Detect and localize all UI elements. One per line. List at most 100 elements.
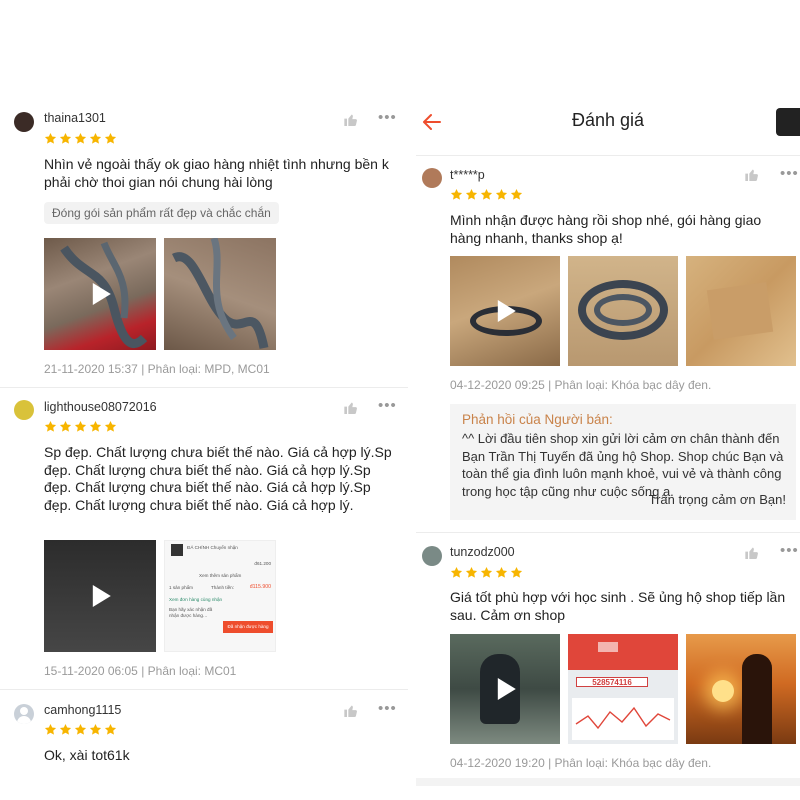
screenshot-line: Bạn hãy xác nhận đã nhận được hàng…: [169, 607, 213, 618]
divider: [0, 387, 408, 388]
star-icon: [59, 420, 72, 433]
page-title: Đánh giá: [571, 110, 645, 130]
play-icon[interactable]: [92, 585, 111, 607]
seller-reply-sign: Trân trọng cảm ơn Bạn!: [648, 492, 786, 507]
star-icon: [89, 723, 102, 736]
thumbs-up-icon[interactable]: [343, 703, 359, 719]
thumbs-up-icon[interactable]: [343, 400, 359, 416]
photo-thumbnail[interactable]: [568, 256, 678, 366]
more-dots-icon[interactable]: •••: [780, 543, 799, 558]
more-dots-icon[interactable]: •••: [378, 701, 397, 716]
review-text: Nhìn vẻ ngoài thấy ok giao hàng nhiệt tì…: [44, 156, 389, 190]
cart-icon[interactable]: [776, 108, 800, 136]
star-icon: [480, 566, 493, 579]
star-icon: [495, 188, 508, 201]
review-text: Ok, xài tot61k: [44, 747, 130, 763]
star-icon: [44, 420, 57, 433]
screenshot-line: 1 sản phẩm: [169, 585, 194, 590]
star-rating: [450, 566, 523, 579]
divider: [0, 689, 408, 690]
screenshot-thumbnail[interactable]: 528574116: [568, 634, 678, 744]
video-thumbnail[interactable]: [450, 256, 560, 366]
star-icon: [74, 132, 87, 145]
screenshot-line: ĐÁ CHÍNH Chuyển nhận: [187, 545, 238, 550]
video-thumbnail[interactable]: [44, 540, 156, 652]
review-meta: 04-12-2020 19:20 | Phân loại: Khóa bạc d…: [450, 756, 712, 770]
screenshot-line: đ61.200: [254, 561, 271, 566]
play-icon[interactable]: [497, 678, 516, 700]
star-icon: [450, 566, 463, 579]
more-dots-icon[interactable]: •••: [780, 166, 799, 181]
screenshot-line: Xem thêm sản phẩm: [199, 573, 242, 578]
avatar[interactable]: [422, 168, 442, 188]
video-thumbnail[interactable]: [450, 634, 560, 744]
star-icon: [89, 132, 102, 145]
thumbs-up-icon[interactable]: [343, 112, 359, 128]
left-review-panel: thaina1301 ••• Nhìn vẻ ngoài thấy ok gia…: [0, 0, 408, 800]
screenshot-line: Đã nhận được hàng: [223, 621, 273, 633]
photo-thumbnail[interactable]: [686, 256, 796, 366]
review-username[interactable]: tunzodz000: [450, 545, 515, 559]
thumbs-up-icon[interactable]: [744, 167, 760, 183]
avatar[interactable]: [14, 400, 34, 420]
right-review-panel: Đánh giá t*****p ••• Mình nhận được hàng…: [416, 0, 800, 800]
review-meta: 21-11-2020 15:37 | Phân loại: MPD, MC01: [44, 362, 270, 376]
sun-illustration: [712, 680, 734, 702]
review-tag: Đóng gói sản phẩm rất đẹp và chắc chắn: [44, 202, 279, 224]
section-separator: [416, 778, 800, 786]
more-dots-icon[interactable]: •••: [378, 398, 397, 413]
star-icon: [104, 723, 117, 736]
avatar[interactable]: [422, 546, 442, 566]
divider: [416, 532, 800, 533]
review-username[interactable]: t*****p: [450, 168, 485, 182]
star-icon: [59, 723, 72, 736]
thumbs-up-icon[interactable]: [744, 545, 760, 561]
star-icon: [74, 723, 87, 736]
star-icon: [510, 566, 523, 579]
panel-gutter: [408, 0, 416, 800]
video-thumbnail[interactable]: [44, 238, 156, 350]
star-icon: [465, 188, 478, 201]
review-username[interactable]: camhong1115: [44, 703, 121, 717]
screen-chart: [572, 698, 674, 740]
screen-header: [568, 634, 678, 670]
person-silhouette: [742, 654, 772, 744]
review-meta: 15-11-2020 06:05 | Phân loại: MC01: [44, 664, 237, 678]
avatar[interactable]: [14, 704, 34, 724]
star-icon: [450, 188, 463, 201]
star-icon: [59, 132, 72, 145]
page-header: Đánh giá: [416, 96, 800, 148]
star-icon: [510, 188, 523, 201]
review-meta: 04-12-2020 09:25 | Phân loại: Khóa bạc d…: [450, 378, 712, 392]
star-icon: [480, 188, 493, 201]
seller-reply-title: Phản hồi của Người bán:: [462, 412, 613, 427]
more-dots-icon[interactable]: •••: [378, 110, 397, 125]
play-icon[interactable]: [92, 283, 111, 305]
seller-reply: Phản hồi của Người bán: ^^ Lời đầu tiên …: [450, 404, 796, 520]
star-icon: [495, 566, 508, 579]
star-icon: [44, 723, 57, 736]
star-rating: [44, 723, 117, 736]
avatar[interactable]: [14, 112, 34, 132]
screenshot-line: Xem đơn hàng cùng nhận: [169, 597, 223, 602]
photo-thumbnail[interactable]: [164, 238, 276, 350]
star-rating: [44, 132, 117, 145]
star-icon: [104, 420, 117, 433]
review-text: Giá tốt phù hợp với học sinh . Sẽ ủng hộ…: [450, 589, 786, 623]
divider: [416, 155, 800, 156]
screenshot-line: Thành tiền:: [211, 585, 234, 590]
product-image: [171, 544, 183, 556]
review-username[interactable]: thaina1301: [44, 111, 106, 125]
strap-illustration: [594, 294, 652, 326]
package-illustration: [706, 282, 774, 340]
review-text: Sp đẹp. Chất lượng chưa biết thế nào. Gi…: [44, 444, 392, 513]
review-username[interactable]: lighthouse08072016: [44, 400, 157, 414]
avatar-body: [17, 716, 31, 724]
photo-thumbnail[interactable]: [686, 634, 796, 744]
play-icon[interactable]: [497, 300, 516, 322]
screen-number: 528574116: [576, 677, 648, 687]
review-text: Mình nhận được hàng rồi shop nhé, gói hà…: [450, 212, 762, 246]
screenshot-thumbnail[interactable]: ĐÁ CHÍNH Chuyển nhận đ61.200 Xem thêm sả…: [164, 540, 276, 652]
star-rating: [450, 188, 523, 201]
star-icon: [104, 132, 117, 145]
